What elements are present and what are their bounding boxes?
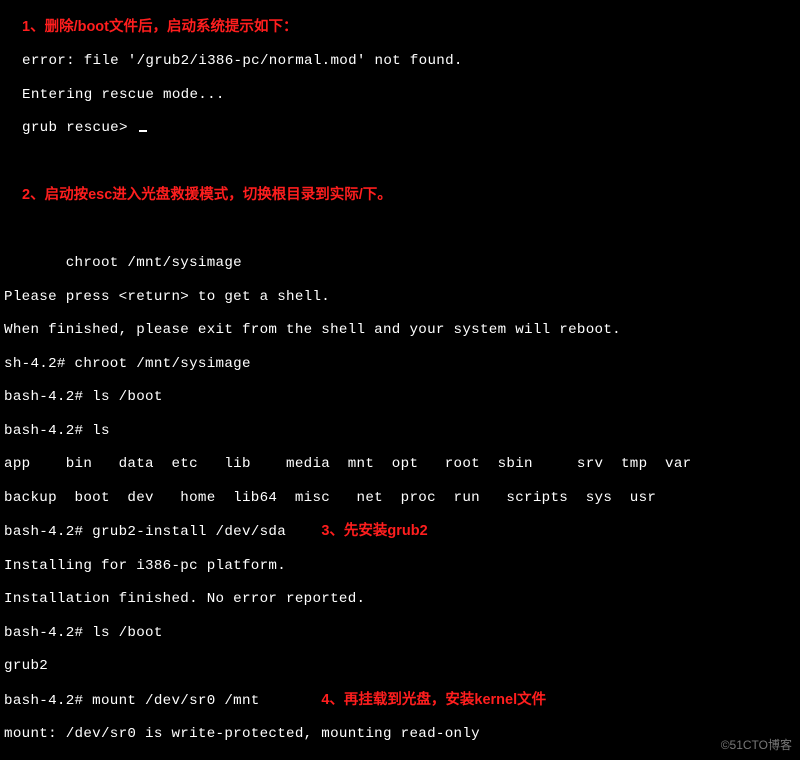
term-line: grub rescue>: [22, 120, 137, 136]
annotation-1: 1、删除/boot文件后，启动系统提示如下：: [22, 19, 298, 35]
term-line: Entering rescue mode...: [22, 87, 225, 103]
watermark: ©51CTO博客: [721, 738, 792, 752]
term-line: mount: /dev/sr0 is write-protected, moun…: [4, 726, 480, 742]
terminal-screen: 1、删除/boot文件后，启动系统提示如下： error: file '/gru…: [0, 0, 800, 760]
term-line: Installing for i386-pc platform.: [4, 558, 286, 574]
term-line: bash-4.2# grub2-install /dev/sda: [4, 524, 321, 540]
term-line: bash-4.2# ls /boot: [4, 389, 163, 405]
term-line: Please press <return> to get a shell.: [4, 289, 330, 305]
term-line: backup boot dev home lib64 misc net proc…: [4, 490, 656, 506]
term-line: grub2: [4, 658, 48, 674]
term-line: bash-4.2# ls: [4, 423, 110, 439]
term-line: When finished, please exit from the shel…: [4, 322, 621, 338]
term-line: chroot /mnt/sysimage: [4, 255, 242, 271]
term-line: Installation finished. No error reported…: [4, 591, 365, 607]
annotation-4: 4、再挂载到光盘，安装kernel文件: [321, 692, 546, 708]
term-line: sh-4.2# chroot /mnt/sysimage: [4, 356, 251, 372]
term-line: bash-4.2# mount /dev/sr0 /mnt: [4, 693, 321, 709]
annotation-3: 3、先安装grub2: [321, 523, 427, 539]
term-line: app bin data etc lib media mnt opt root …: [4, 456, 691, 472]
term-line: bash-4.2# ls /boot: [4, 625, 163, 641]
cursor-icon: [139, 130, 147, 132]
term-line: error: file '/grub2/i386-pc/normal.mod' …: [22, 53, 463, 69]
annotation-2: 2、启动按esc进入光盘救援模式，切换根目录到实际/下。: [22, 187, 392, 203]
